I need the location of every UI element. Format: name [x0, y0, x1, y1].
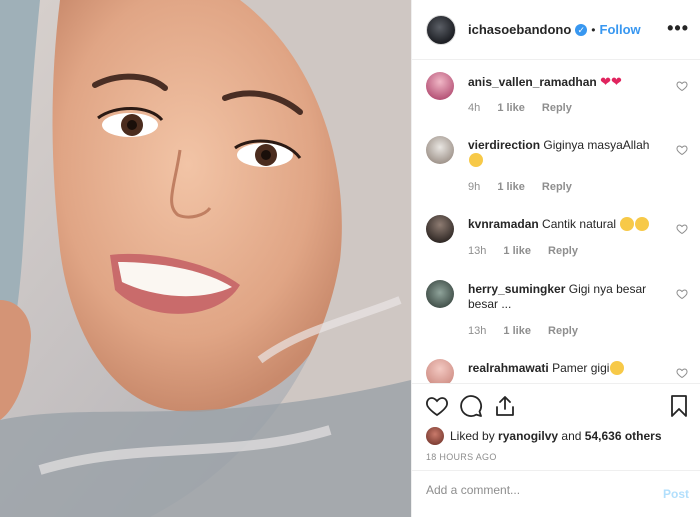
commenter-avatar[interactable] — [426, 136, 454, 164]
comment-text: vierdirection Giginya masyaAllah — [468, 138, 658, 168]
comment-text: kvnramadan Cantik natural — [468, 217, 658, 232]
liker-avatar[interactable] — [426, 427, 444, 445]
post-timestamp[interactable]: 18 HOURS AGO — [426, 452, 497, 462]
commenter-avatar[interactable] — [426, 215, 454, 243]
heart-emoji-icon: ❤❤ — [600, 74, 622, 89]
comment-time[interactable]: 13h — [468, 245, 486, 257]
blush-emoji-icon — [620, 217, 635, 231]
commenter-avatar[interactable] — [426, 359, 454, 383]
like-comment-icon[interactable] — [676, 288, 688, 300]
author-avatar[interactable] — [426, 14, 456, 45]
commenter-username[interactable]: realrahmawati — [468, 361, 549, 375]
add-comment-bar: Post — [412, 470, 700, 517]
comment-text: herry_sumingker Gigi nya besar besar ... — [468, 282, 658, 312]
comment-content: Cantik natural — [542, 217, 617, 231]
reply-button[interactable]: Reply — [542, 102, 572, 114]
share-icon[interactable] — [493, 394, 517, 418]
comment-meta: 13h 1 like Reply — [468, 325, 592, 337]
like-comment-icon[interactable] — [676, 80, 688, 92]
comment-text: realrahmawati Pamer gigi — [468, 361, 658, 376]
more-options-icon[interactable]: ••• — [667, 19, 689, 37]
commenter-username[interactable]: kvnramadan — [468, 217, 539, 231]
follow-button[interactable]: Follow — [600, 22, 641, 37]
instagram-post: ichasoebandono ✓ • Follow ••• anis_valle… — [0, 0, 700, 517]
liked-by: Liked by ryanogilvy and 54,636 others — [426, 427, 662, 445]
comment-input[interactable] — [426, 483, 646, 497]
like-heart-icon[interactable] — [425, 394, 449, 418]
comment-meta: 9h 1 like Reply — [468, 181, 586, 193]
laugh-emoji-icon — [610, 361, 625, 375]
comment-meta: 4h 1 like Reply — [468, 102, 586, 114]
liked-by-others[interactable]: 54,636 others — [585, 429, 662, 443]
like-comment-icon[interactable] — [676, 367, 688, 379]
commenter-username[interactable]: herry_sumingker — [468, 282, 565, 296]
comment-content: Giginya masyaAllah — [543, 138, 650, 152]
comment-time[interactable]: 4h — [468, 102, 480, 114]
post-comment-button[interactable]: Post — [663, 487, 689, 501]
post-actions: Liked by ryanogilvy and 54,636 others 18… — [412, 383, 700, 517]
commenter-username[interactable]: anis_vallen_ramadhan — [468, 75, 597, 89]
post-sidebar: ichasoebandono ✓ • Follow ••• anis_valle… — [411, 0, 700, 517]
author-username[interactable]: ichasoebandono — [468, 22, 571, 37]
blush-emoji-icon — [635, 217, 650, 231]
reply-button[interactable]: Reply — [548, 325, 578, 337]
commenter-avatar[interactable] — [426, 72, 454, 100]
comment-text: anis_vallen_ramadhan ❤❤ — [468, 74, 658, 90]
reply-button[interactable]: Reply — [542, 181, 572, 193]
liked-by-prefix: Liked by — [450, 429, 495, 443]
verified-badge-icon: ✓ — [575, 23, 588, 36]
reply-button[interactable]: Reply — [548, 245, 578, 257]
like-comment-icon[interactable] — [676, 144, 688, 156]
comment-meta: 13h 1 like Reply — [468, 245, 592, 257]
post-header: ichasoebandono ✓ • Follow ••• — [412, 0, 700, 60]
bookmark-icon[interactable] — [667, 394, 691, 418]
comment-time[interactable]: 9h — [468, 181, 480, 193]
liked-by-and: and — [561, 429, 582, 443]
comment-likes[interactable]: 1 like — [497, 102, 525, 114]
comment-likes[interactable]: 1 like — [503, 325, 531, 337]
comment-content: Pamer gigi — [552, 361, 610, 375]
comment-bubble-icon[interactable] — [459, 394, 483, 418]
smile-emoji-icon — [469, 153, 483, 167]
comment-time[interactable]: 13h — [468, 325, 486, 337]
commenter-username[interactable]: vierdirection — [468, 138, 540, 152]
commenter-avatar[interactable] — [426, 280, 454, 308]
liked-by-user[interactable]: ryanogilvy — [498, 429, 558, 443]
comments-list[interactable]: anis_vallen_ramadhan ❤❤ 4h 1 like Reply … — [412, 60, 700, 383]
comment-likes[interactable]: 1 like — [503, 245, 531, 257]
like-comment-icon[interactable] — [676, 223, 688, 235]
portrait-image — [0, 0, 411, 517]
post-photo[interactable] — [0, 0, 411, 517]
comment-likes[interactable]: 1 like — [497, 181, 525, 193]
header-separator: • — [591, 22, 596, 37]
